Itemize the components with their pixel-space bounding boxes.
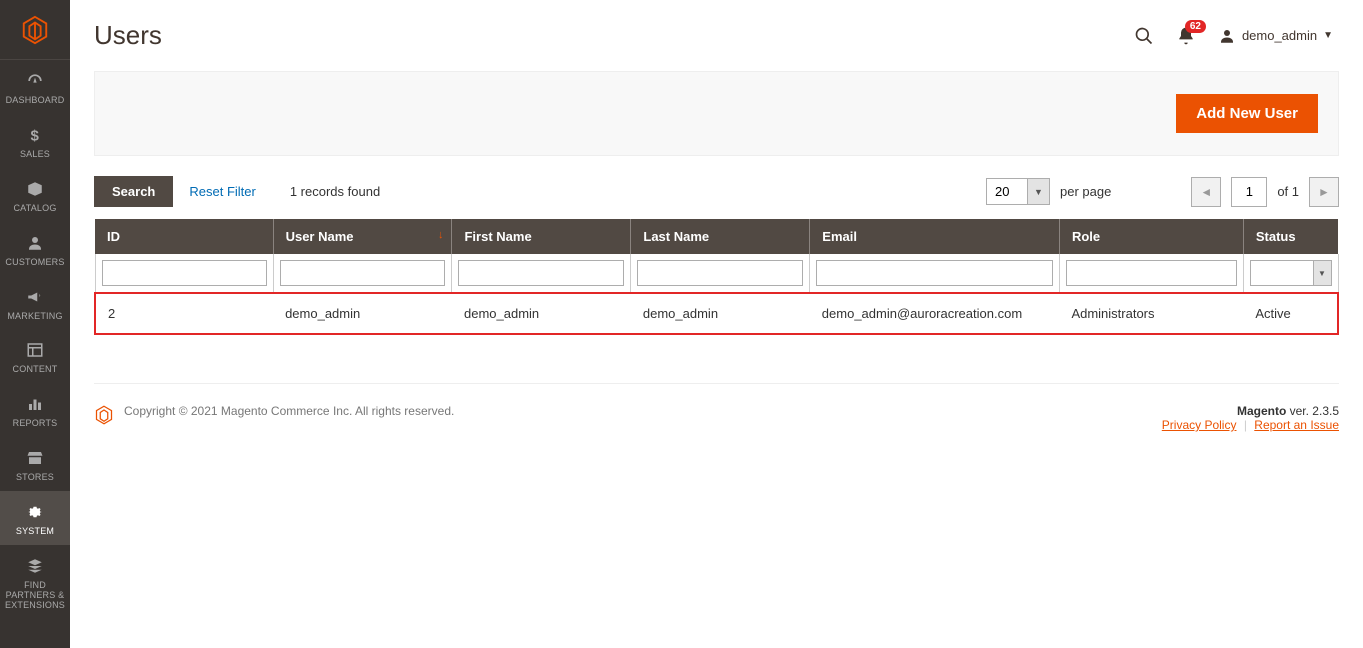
column-header-email[interactable]: Email — [810, 219, 1060, 254]
nav-label: MARKETING — [7, 312, 62, 322]
megaphone-icon — [24, 286, 46, 308]
nav-stores[interactable]: STORES — [0, 437, 70, 491]
user-icon — [1218, 27, 1236, 45]
person-icon — [24, 232, 46, 254]
layout-icon — [24, 339, 46, 361]
nav-marketing[interactable]: MARKETING — [0, 276, 70, 330]
chevron-down-icon: ▼ — [1313, 261, 1331, 285]
extensions-icon — [24, 555, 46, 577]
sort-desc-icon: ↓ — [438, 229, 444, 241]
nav-label: CUSTOMERS — [5, 258, 64, 268]
nav-dashboard[interactable]: DASHBOARD — [0, 60, 70, 114]
magento-logo[interactable] — [0, 0, 70, 60]
cell-status: Active — [1243, 293, 1338, 334]
column-header-username[interactable]: User Name↓ — [273, 219, 452, 254]
sidebar: DASHBOARD $ SALES CATALOG CUSTOMERS MARK… — [0, 0, 70, 648]
filter-email-input[interactable] — [816, 260, 1053, 286]
nav-label: STORES — [16, 473, 54, 483]
filter-username-input[interactable] — [280, 260, 446, 286]
page-header: Users 62 demo_admin ▼ — [70, 0, 1363, 71]
filter-role-input[interactable] — [1066, 260, 1237, 286]
nav-sales[interactable]: $ SALES — [0, 114, 70, 168]
nav-partners[interactable]: FIND PARTNERS & EXTENSIONS — [0, 545, 70, 619]
nav-label: SALES — [20, 150, 50, 160]
nav-label: FIND PARTNERS & EXTENSIONS — [2, 581, 68, 611]
magento-footer-logo — [94, 404, 114, 429]
nav-label: CATALOG — [13, 204, 56, 214]
column-header-status[interactable]: Status — [1243, 219, 1338, 254]
per-page-select[interactable]: ▼ — [986, 178, 1050, 205]
nav-label: CONTENT — [13, 365, 58, 375]
search-button[interactable]: Search — [94, 176, 173, 207]
filter-firstname-input[interactable] — [458, 260, 624, 286]
filter-status-select[interactable]: ▼ — [1250, 260, 1332, 286]
page-footer: Copyright © 2021 Magento Commerce Inc. A… — [94, 383, 1339, 452]
action-bar: Add New User — [94, 71, 1339, 156]
filter-lastname-input[interactable] — [637, 260, 803, 286]
svg-text:$: $ — [31, 127, 40, 144]
column-header-lastname[interactable]: Last Name — [631, 219, 810, 254]
per-page-input[interactable] — [987, 179, 1027, 204]
page-input[interactable] — [1231, 177, 1267, 207]
notification-badge: 62 — [1185, 20, 1206, 33]
cell-firstname: demo_admin — [452, 293, 631, 334]
caret-down-icon: ▼ — [1323, 30, 1333, 41]
nav-content[interactable]: CONTENT — [0, 329, 70, 383]
gear-icon — [24, 501, 46, 523]
filter-row: ▼ — [95, 254, 1338, 293]
reset-filter-link[interactable]: Reset Filter — [189, 184, 255, 199]
grid-toolbar: Search Reset Filter 1 records found ▼ pe… — [94, 176, 1339, 207]
user-menu[interactable]: demo_admin ▼ — [1218, 27, 1333, 45]
filter-id-input[interactable] — [102, 260, 267, 286]
page-title: Users — [94, 20, 1134, 51]
records-found-label: 1 records found — [290, 184, 380, 199]
dashboard-icon — [24, 70, 46, 92]
nav-label: SYSTEM — [16, 527, 54, 537]
search-button[interactable] — [1134, 26, 1154, 46]
username-label: demo_admin — [1242, 28, 1317, 43]
per-page-label: per page — [1060, 184, 1111, 199]
product-name: Magento — [1237, 404, 1286, 418]
search-icon — [1134, 26, 1154, 46]
nav-reports[interactable]: REPORTS — [0, 383, 70, 437]
cell-lastname: demo_admin — [631, 293, 810, 334]
chevron-down-icon[interactable]: ▼ — [1027, 179, 1049, 204]
report-issue-link[interactable]: Report an Issue — [1254, 418, 1339, 432]
users-grid: ID User Name↓ First Name Last Name Email… — [94, 219, 1339, 335]
nav-customers[interactable]: CUSTOMERS — [0, 222, 70, 276]
store-icon — [24, 447, 46, 469]
of-pages-label: of 1 — [1277, 184, 1299, 199]
nav-system[interactable]: SYSTEM — [0, 491, 70, 545]
nav-label: DASHBOARD — [6, 96, 65, 106]
prev-page-button[interactable]: ◄ — [1191, 177, 1221, 207]
cell-email: demo_admin@auroracreation.com — [810, 293, 1060, 334]
nav-catalog[interactable]: CATALOG — [0, 168, 70, 222]
cell-username: demo_admin — [273, 293, 452, 334]
chart-icon — [24, 393, 46, 415]
notifications-button[interactable]: 62 — [1176, 26, 1196, 46]
dollar-icon: $ — [24, 124, 46, 146]
column-header-id[interactable]: ID — [95, 219, 273, 254]
add-new-user-button[interactable]: Add New User — [1176, 94, 1318, 133]
next-page-button[interactable]: ► — [1309, 177, 1339, 207]
version-label: ver. 2.3.5 — [1286, 404, 1339, 418]
privacy-policy-link[interactable]: Privacy Policy — [1162, 418, 1237, 432]
column-header-role[interactable]: Role — [1059, 219, 1243, 254]
cell-id: 2 — [95, 293, 273, 334]
cell-role: Administrators — [1059, 293, 1243, 334]
nav-label: REPORTS — [13, 419, 58, 429]
column-header-firstname[interactable]: First Name — [452, 219, 631, 254]
table-row[interactable]: 2 demo_admin demo_admin demo_admin demo_… — [95, 293, 1338, 334]
box-icon — [24, 178, 46, 200]
copyright-text: Copyright © 2021 Magento Commerce Inc. A… — [124, 404, 454, 418]
